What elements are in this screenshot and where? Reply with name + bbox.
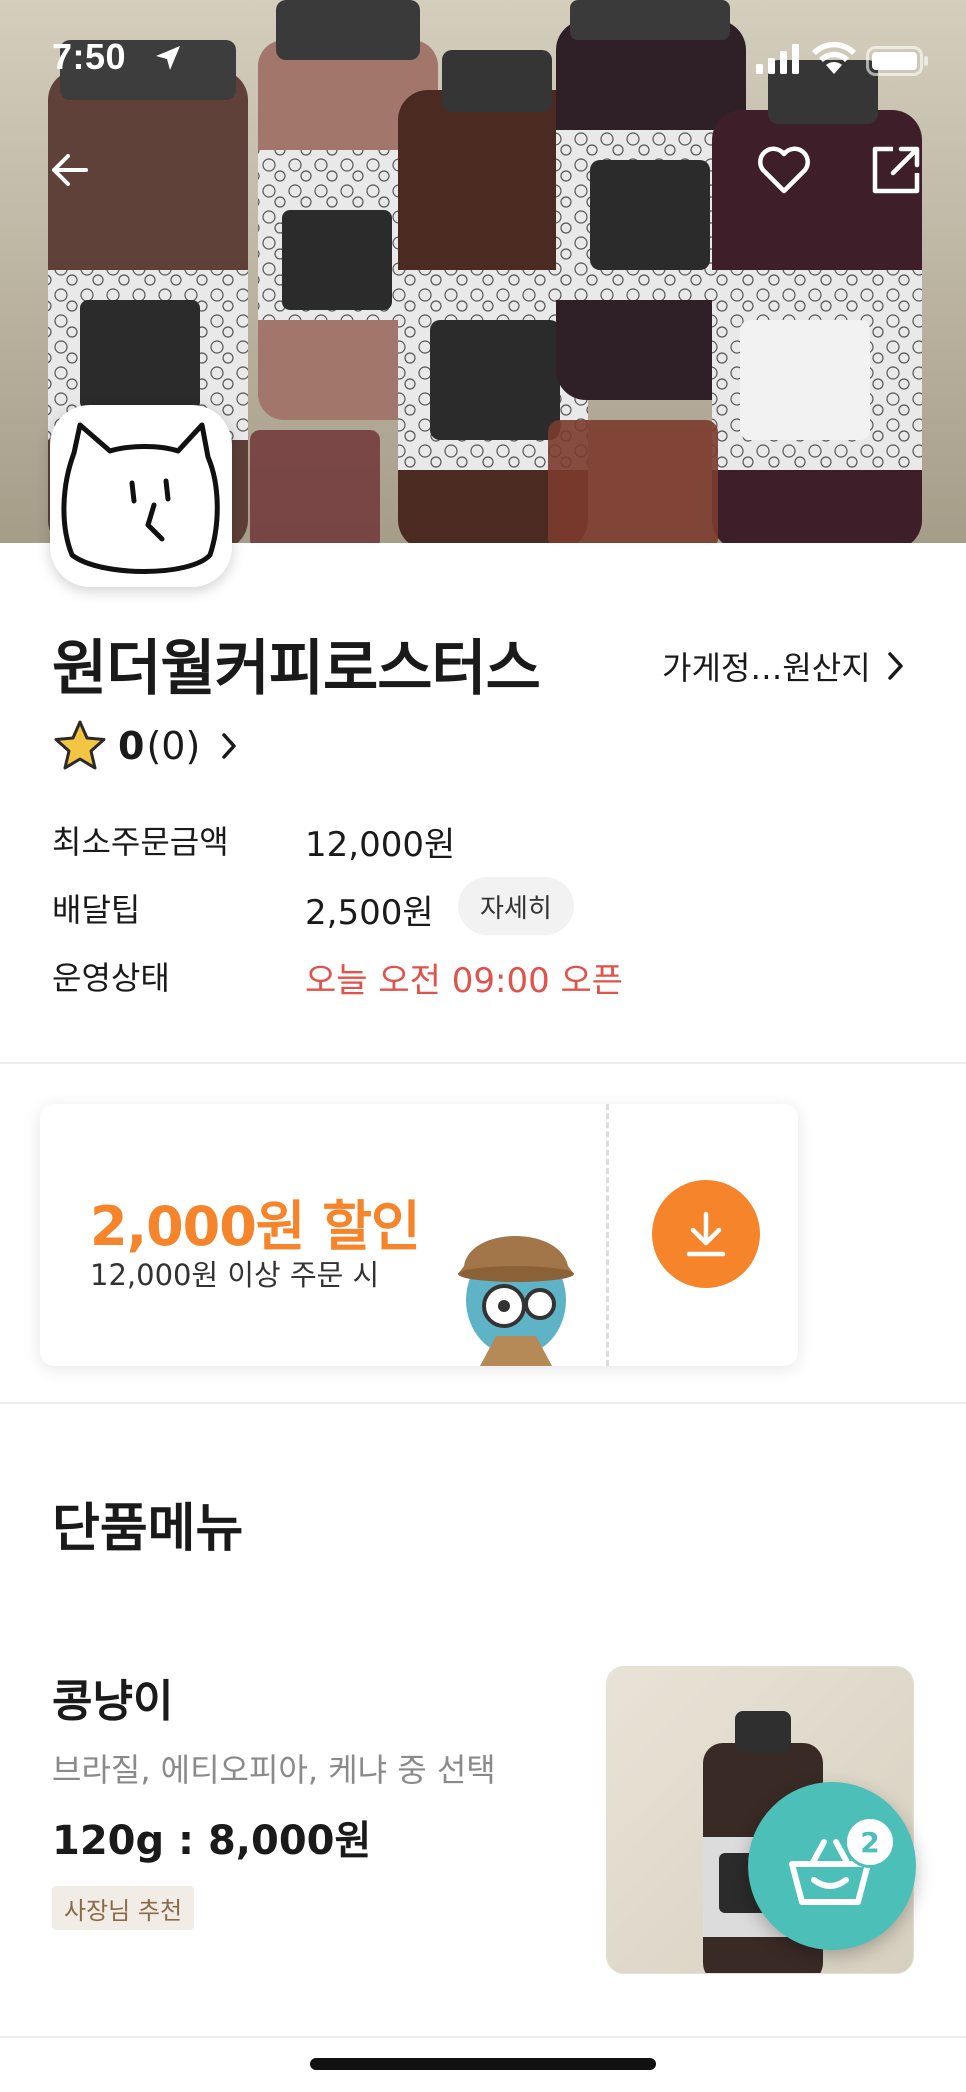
menu-item-name: 콩냥이 [52,1676,174,1727]
coupon-title: 2,000원 할인 [90,1195,421,1258]
cart-button[interactable]: 2 [748,1782,916,1950]
share-icon [872,146,920,194]
rating-score: 0 [118,724,145,768]
download-icon [686,1211,726,1257]
cellular-signal-icon [756,44,799,74]
delivery-tip-value: 2,500원 [305,893,434,933]
home-indicator[interactable] [310,2058,656,2070]
coupon-condition: 12,000원 이상 주문 시 [90,1258,380,1292]
menu-item-price: 120g : 8,000원 [52,1818,372,1864]
cat-logo-icon [61,422,220,574]
delivery-tip-detail-button[interactable]: 자세히 [458,877,574,935]
coupon-perforation [606,1104,609,1366]
store-info-link[interactable]: 가게정…원산지 [662,643,905,689]
back-arrow-icon [52,154,88,186]
status-time: 7:50 [52,36,127,77]
cart-count-badge: 2 [844,1816,896,1868]
rating-row[interactable]: 0 (0) [52,718,238,774]
rating-count: (0) [146,724,201,768]
chevron-right-icon [222,733,237,759]
store-name: 원더월커피로스터스 [52,634,541,704]
owner-recommend-badge: 사장님 추천 [52,1886,195,1930]
coupon-card[interactable]: 2,000원 할인 12,000원 이상 주문 시 [40,1104,798,1366]
location-arrow-icon [156,46,180,70]
favorite-button[interactable] [754,140,814,200]
operation-status-value: 오늘 오전 09:00 오픈 [305,961,624,1001]
delivery-tip-label: 배달팁 [52,891,141,929]
section-divider [0,1062,966,1064]
operation-status-label: 운영상태 [52,959,170,997]
store-logo [50,405,232,587]
section-divider [0,2036,966,2038]
star-icon [54,720,106,770]
chevron-right-icon [887,652,903,680]
back-button[interactable] [40,140,100,200]
min-order-value: 12,000원 [305,825,456,865]
menu-item-description: 브라질, 에티오피아, 케냐 중 선택 [52,1751,496,1789]
status-bar: 7:50 [0,0,966,120]
battery-icon [866,46,928,76]
min-order-label: 최소주문금액 [52,823,229,861]
wifi-icon [812,41,856,74]
share-button[interactable] [866,140,926,200]
store-info-link-label: 가게정…원산지 [662,649,871,687]
menu-section-title: 단품메뉴 [52,1499,244,1559]
heart-icon [758,146,810,194]
section-divider [0,1402,966,1404]
detective-mascot-icon [458,1236,574,1366]
coupon-download-button[interactable] [652,1180,760,1288]
